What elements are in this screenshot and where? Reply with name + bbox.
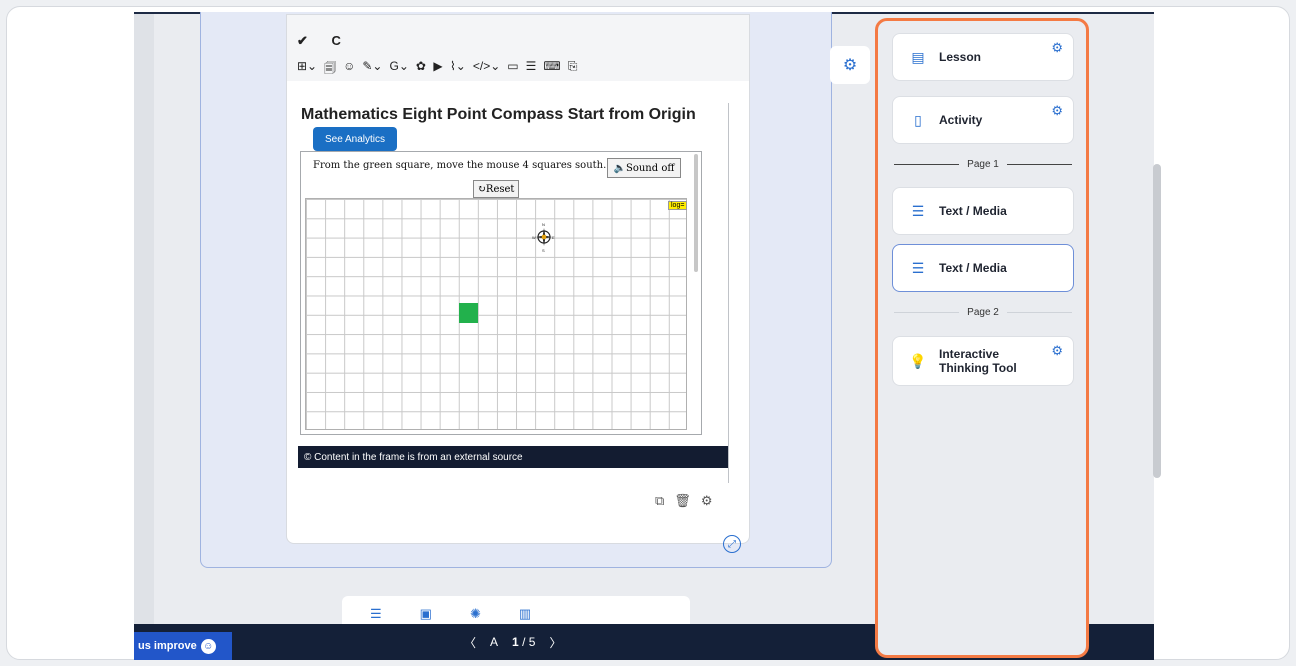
toolbar-undo-redo[interactable]: ✔ C [297, 33, 351, 49]
list-icon[interactable]: ☰ [526, 59, 537, 80]
section-label: A [490, 635, 499, 649]
iframe-scrollbar[interactable] [694, 154, 698, 272]
paste-icon[interactable]: 🗐 [324, 59, 336, 80]
card-interactive-thinking-tool[interactable]: 💡 Interactive Thinking Tool ⚙ [892, 336, 1074, 386]
lesson-icon: ▤ [905, 44, 931, 70]
comment-icon[interactable]: ▭ [507, 59, 518, 80]
card-lesson[interactable]: ▤ Lesson ⚙ [892, 33, 1074, 81]
compass-s-label: S [542, 248, 545, 253]
external-source-notice: © Content in the frame is from an extern… [298, 446, 728, 468]
reset-button[interactable]: ↻Reset [473, 180, 519, 198]
card-label: Lesson [939, 50, 982, 64]
pager: 〈 A 1 / 5 〉 [464, 624, 561, 660]
green-square [459, 303, 478, 323]
text-media-icon: ☰ [905, 198, 931, 224]
gear-icon[interactable]: ⚙ [701, 493, 713, 509]
compass-w-label: W [532, 235, 536, 240]
see-analytics-button[interactable]: See Analytics [313, 127, 397, 151]
lesson-settings-gear-icon[interactable]: ⚙ [1051, 40, 1063, 56]
video-icon[interactable]: ▶ [433, 59, 443, 80]
editor-block: ✔ C ⊞⌄ 🗐 ☺ ✎⌄ G⌄ ✿ ▶ ⌇⌄ </>⌄ ▭ ☰ ⌨ ⎘ Mat… [286, 14, 750, 553]
help-us-improve-button[interactable]: us improve ☺ [134, 632, 232, 660]
card-text-media-1[interactable]: ☰ Text / Media [892, 187, 1074, 235]
copy-icon[interactable]: ⎘ [568, 59, 578, 80]
keyboard-icon[interactable]: ⌨ [543, 59, 560, 80]
current-page: 1 [512, 635, 519, 649]
document-icon: ▯ [905, 107, 931, 133]
lesson-content: Mathematics Eight Point Compass Start fr… [297, 103, 729, 483]
g-icon[interactable]: G⌄ [389, 59, 408, 80]
app-scrollbar[interactable] [1153, 164, 1161, 478]
card-text-media-2[interactable]: ☰ Text / Media [892, 244, 1074, 292]
left-strip [134, 14, 154, 660]
sound-off-button[interactable]: 🔈Sound off [607, 158, 681, 178]
help-label: us improve [138, 640, 197, 652]
page-separator: / [522, 635, 526, 649]
card-label: Text / Media [939, 261, 1007, 275]
lesson-title: Mathematics Eight Point Compass Start fr… [301, 106, 696, 123]
block-actions: ⧉ 🗑 ⚙ [655, 493, 712, 509]
prev-page-icon[interactable]: 〈 [464, 634, 476, 651]
card-label: Text / Media [939, 204, 1007, 218]
open-external-icon[interactable]: ⧉ [655, 493, 664, 509]
card-activity[interactable]: ▯ Activity ⚙ [892, 96, 1074, 144]
card-label: Interactive Thinking Tool [939, 347, 1017, 375]
smile-icon: ☺ [200, 638, 216, 654]
page-divider-2: Page 2 [894, 307, 1073, 318]
code-icon[interactable]: </>⌄ [473, 59, 500, 80]
delete-icon[interactable]: 🗑 [674, 493, 691, 509]
compass-n-label: N [542, 222, 545, 227]
compass-grid[interactable]: log= N S W E [305, 198, 688, 430]
total-pages: 5 [528, 635, 536, 649]
compass-icon: N S W E [532, 222, 555, 253]
link-icon[interactable]: ⌇⌄ [450, 59, 466, 80]
next-page-icon[interactable]: 〉 [549, 634, 561, 651]
activity-settings-gear-icon[interactable]: ⚙ [1051, 103, 1063, 119]
expand-icon[interactable]: ⤢ [723, 535, 741, 553]
palette-icon[interactable]: ✿ [416, 59, 426, 80]
table-icon[interactable]: ⊞⌄ [297, 59, 317, 80]
toolbar-row: ⊞⌄ 🗐 ☺ ✎⌄ G⌄ ✿ ▶ ⌇⌄ </>⌄ ▭ ☰ ⌨ ⎘ [297, 59, 578, 80]
editor-toolbar: ✔ C ⊞⌄ 🗐 ☺ ✎⌄ G⌄ ✿ ▶ ⌇⌄ </>⌄ ▭ ☰ ⌨ ⎘ [287, 15, 749, 81]
tool-settings-gear-icon[interactable]: ⚙ [1051, 343, 1063, 359]
structure-panel: ▤ Lesson ⚙ ▯ Activity ⚙ Page 1 ☰ Text / … [875, 18, 1089, 658]
compass-e-label: E [552, 235, 555, 240]
log-label: log= [668, 201, 688, 210]
card-label: Activity [939, 113, 983, 127]
embedded-activity[interactable]: From the green square, move the mouse 4 … [300, 151, 702, 435]
page-divider-1: Page 1 [894, 159, 1073, 170]
activity-instruction: From the green square, move the mouse 4 … [313, 160, 607, 171]
lightbulb-icon: 💡 [905, 348, 931, 374]
emoji-icon[interactable]: ☺ [343, 59, 355, 80]
pen-icon[interactable]: ✎⌄ [362, 59, 382, 80]
text-media-icon: ☰ [905, 255, 931, 281]
settings-gear-icon[interactable]: ⚙ [830, 46, 870, 84]
